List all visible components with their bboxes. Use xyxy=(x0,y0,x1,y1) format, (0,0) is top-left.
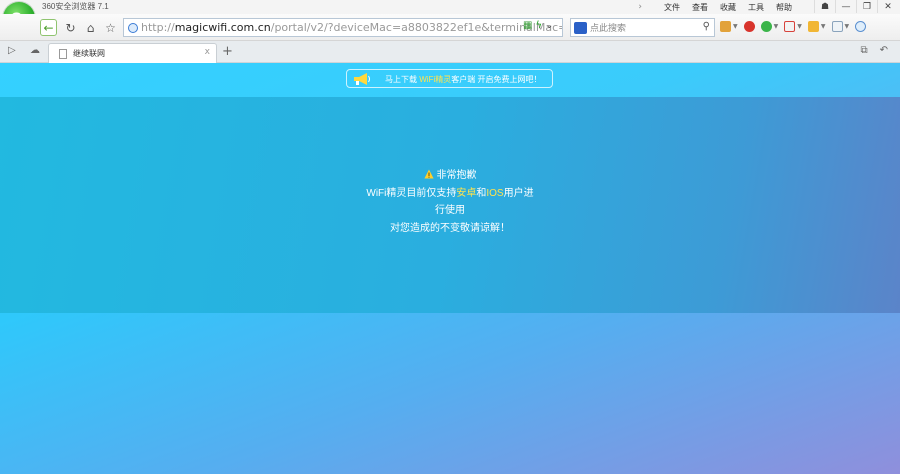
sidebar-toggle-icon[interactable]: ▷ xyxy=(8,45,16,56)
page-icon xyxy=(59,48,67,59)
menu-tools[interactable]: 工具 xyxy=(748,2,764,13)
search-icon[interactable]: ⚲ xyxy=(703,21,710,32)
skin-button[interactable]: ☗ xyxy=(814,0,835,13)
notice-line-1: WiFi精灵目前仅支持安卓和IOS用户进 xyxy=(0,185,900,203)
restore-tabs-icon[interactable]: ⧉ xyxy=(860,45,867,56)
web-page: 马上下载 WiFi精灵客户端 开启免费上网吧！ 非常抱歉 WiFi精灵目前仅支持… xyxy=(0,63,900,474)
dropdown-icon[interactable]: ▼ xyxy=(733,23,738,30)
home-icon: ⌂ xyxy=(86,20,95,35)
tab-bar: ▷ ☁ 继续联网 x + ⧉ ↶ xyxy=(0,41,900,63)
arrow-left-icon: ← xyxy=(43,20,54,35)
window-controls: ☗ — ❐ ✕ xyxy=(814,0,898,14)
url-host: magicwifi.com.cn xyxy=(174,21,271,34)
new-tab-button[interactable]: + xyxy=(222,44,233,59)
notice-message: 非常抱歉 WiFi精灵目前仅支持安卓和IOS用户进 行使用 对您造成的不变敬请谅… xyxy=(0,167,900,237)
tab-title: 继续联网 xyxy=(73,49,105,58)
megaphone-icon xyxy=(354,73,370,85)
star-icon: ☆ xyxy=(105,20,116,35)
lightning-icon[interactable]: ϟ xyxy=(535,20,542,31)
qr-code-icon[interactable]: ▦ xyxy=(523,20,532,31)
globe-icon xyxy=(128,22,138,33)
menu-view[interactable]: 查看 xyxy=(692,2,708,13)
chevron-right-icon[interactable]: › xyxy=(638,2,642,12)
refresh-button[interactable]: ↻ xyxy=(62,19,79,36)
users-text: 用户进 xyxy=(503,187,534,199)
maximize-button[interactable]: ❐ xyxy=(856,0,877,13)
dropdown-icon[interactable]: ▼ xyxy=(774,23,779,30)
dropdown-icon[interactable]: ▼ xyxy=(821,23,826,30)
apps-icon[interactable] xyxy=(720,21,731,32)
promo-before: 马上下载 xyxy=(385,75,417,84)
android-highlight: 安卓 xyxy=(456,187,477,199)
promo-text: 马上下载 WiFi精灵客户端 开启免费上网吧！ xyxy=(385,74,541,85)
warning-icon xyxy=(423,169,434,179)
adblock-icon[interactable] xyxy=(743,21,755,32)
search-engine-icon[interactable] xyxy=(574,21,587,34)
address-actions: ▦ ϟ ⌄ xyxy=(523,20,553,31)
notice-line-3: 对您造成的不变敬请谅解！ xyxy=(390,222,510,234)
url-text: http://magicwifi.com.cn/portal/v2/?devic… xyxy=(141,21,563,34)
close-button[interactable]: ✕ xyxy=(877,0,898,13)
url-prefix: http:// xyxy=(141,21,175,34)
back-button[interactable]: ← xyxy=(40,19,57,36)
dropdown-icon[interactable]: ▼ xyxy=(797,23,802,30)
browser-window: 360安全浏览器 7.1 › 文件 查看 收藏 工具 帮助 ☗ — ❐ ✕ e … xyxy=(0,0,900,474)
game-icon[interactable] xyxy=(807,21,819,32)
tab-close-icon[interactable]: x xyxy=(205,47,210,57)
favorite-button[interactable]: ☆ xyxy=(102,19,119,36)
promo-highlight: WiFi精灵 xyxy=(419,75,452,84)
tab-active[interactable]: 继续联网 x xyxy=(48,43,217,63)
search-placeholder: 点此搜索 xyxy=(590,23,627,33)
notice-title-line: 非常抱歉 xyxy=(0,167,900,185)
chevron-down-icon[interactable]: ⌄ xyxy=(545,20,553,31)
url-path: /portal/v2/?deviceMac=a8803822ef1e&termi… xyxy=(270,21,563,34)
minimize-button[interactable]: — xyxy=(835,0,856,13)
notice-panel: 非常抱歉 WiFi精灵目前仅支持安卓和IOS用户进 行使用 对您造成的不变敬请谅… xyxy=(0,97,900,313)
home-button[interactable]: ⌂ xyxy=(82,19,99,36)
extension-toolbar: ▼ ▼ ▼ ▼ ▼ xyxy=(720,21,867,32)
menu-file[interactable]: 文件 xyxy=(664,2,680,13)
translate-icon[interactable] xyxy=(784,21,796,32)
promo-after: 客户端 开启免费上网吧！ xyxy=(451,75,542,84)
dropdown-icon[interactable]: ▼ xyxy=(845,23,850,30)
cloud-icon[interactable]: ☁ xyxy=(30,45,40,56)
menu-help[interactable]: 帮助 xyxy=(776,2,792,13)
tab-bar-actions: ⧉ ↶ xyxy=(860,45,888,56)
notice-line-2: 行使用 xyxy=(435,205,465,216)
menu-bar: › 文件 查看 收藏 工具 帮助 xyxy=(638,0,792,14)
zoom-icon[interactable] xyxy=(855,21,867,32)
title-bar: 360安全浏览器 7.1 › 文件 查看 收藏 工具 帮助 ☗ — ❐ ✕ xyxy=(0,0,900,14)
screenshot-icon[interactable] xyxy=(831,21,843,32)
refresh-icon: ↻ xyxy=(65,20,76,35)
ios-highlight: IOS xyxy=(486,187,504,199)
notice-title: 非常抱歉 xyxy=(436,170,477,181)
menu-favorites[interactable]: 收藏 xyxy=(720,2,736,13)
search-box[interactable]: 点此搜索 ⚲ xyxy=(570,18,715,37)
app-title: 360安全浏览器 7.1 xyxy=(42,2,109,11)
promo-banner: 马上下载 WiFi精灵客户端 开启免费上网吧！ xyxy=(0,63,900,97)
undo-close-icon[interactable]: ↶ xyxy=(880,45,888,56)
download-promo-button[interactable]: 马上下载 WiFi精灵客户端 开启免费上网吧！ xyxy=(346,69,553,88)
address-bar[interactable]: http://magicwifi.com.cn/portal/v2/?devic… xyxy=(123,18,563,37)
security-shield-icon[interactable] xyxy=(760,21,772,32)
navigation-bar: ← ↻ ⌂ ☆ http://magicwifi.com.cn/portal/v… xyxy=(0,14,900,41)
notice-support-text: WiFi精灵目前仅支持 xyxy=(366,187,457,199)
and-text: 和 xyxy=(476,187,487,199)
